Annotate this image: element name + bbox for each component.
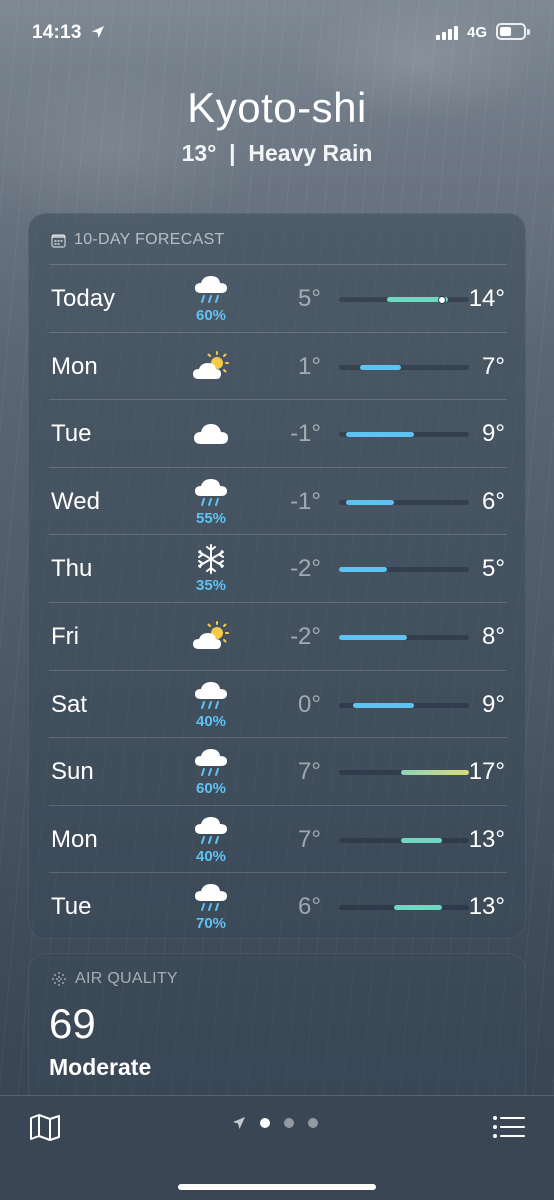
- map-icon[interactable]: [28, 1112, 62, 1142]
- location-arrow-icon: [92, 26, 104, 38]
- rain-cloud-icon: [191, 273, 231, 305]
- forecast-day: Thu: [51, 555, 93, 583]
- forecast-header: 10-DAY FORECAST: [51, 231, 225, 249]
- high-temp: 9°: [482, 420, 505, 448]
- partly-sunny-icon: [191, 350, 231, 383]
- high-temp: 6°: [482, 487, 505, 515]
- signal-strength-icon: [436, 26, 458, 40]
- page-dot[interactable]: [260, 1118, 270, 1128]
- temp-range-bar: [400, 837, 442, 843]
- page-dot[interactable]: [284, 1118, 294, 1128]
- high-temp: 8°: [482, 623, 505, 650]
- high-temp: 7°: [482, 352, 505, 380]
- high-temp: 13°: [468, 825, 505, 853]
- precip-chance: 60%: [195, 780, 227, 798]
- forecast-row[interactable]: Mon 1° 7°: [49, 331, 507, 400]
- air-quality-card[interactable]: AIR QUALITY 69 Moderate: [28, 953, 526, 1113]
- precip-chance: 55%: [195, 509, 227, 527]
- ten-day-forecast-card[interactable]: 10-DAY FORECAST Today 60% 5° 14° Mon 1° 7° Tue -…: [28, 213, 526, 939]
- temp-range-bar: [339, 635, 408, 640]
- status-bar: 14:13 4G: [0, 0, 554, 66]
- home-indicator: [178, 1184, 376, 1190]
- precip-chance: 40%: [195, 847, 227, 865]
- list-icon[interactable]: [492, 1114, 526, 1140]
- forecast-row[interactable]: Today 60% 5° 14°: [49, 264, 507, 332]
- forecast-title: 10-DAY FORECAST: [74, 231, 225, 248]
- forecast-day: Mon: [51, 825, 98, 853]
- high-temp: 17°: [468, 758, 505, 786]
- low-temp: -2°: [290, 555, 321, 583]
- bottom-toolbar: [0, 1095, 554, 1200]
- page-dot[interactable]: [308, 1118, 318, 1128]
- cloud-icon: [191, 418, 231, 450]
- forecast-row[interactable]: Thu 35% -2° 5°: [49, 534, 507, 602]
- low-temp: -1°: [290, 420, 321, 448]
- city-name: Kyoto-shi: [187, 84, 367, 131]
- current-location-arrow-icon[interactable]: [232, 1116, 246, 1130]
- forecast-day: Tue: [51, 893, 92, 921]
- precip-chance: 70%: [195, 915, 227, 933]
- rain-cloud-icon: [191, 881, 231, 913]
- high-temp: 14°: [468, 285, 505, 312]
- rain-cloud-icon: [191, 476, 231, 508]
- low-temp: 7°: [298, 758, 321, 786]
- rain-cloud-icon: [191, 746, 231, 778]
- forecast-day: Fri: [51, 623, 79, 650]
- network-type: 4G: [467, 24, 488, 41]
- page-indicator[interactable]: [232, 1116, 318, 1130]
- low-temp: 1°: [298, 352, 321, 380]
- battery-icon: [496, 23, 530, 40]
- low-temp: 6°: [298, 893, 321, 921]
- air-quality-value: 69: [49, 1000, 96, 1047]
- air-quality-description: Moderate: [49, 1054, 152, 1080]
- forecast-row[interactable]: Fri -2° 8°: [49, 602, 507, 670]
- partly-sunny-icon: [191, 621, 231, 653]
- status-time: 14:13: [32, 22, 82, 43]
- temp-range-bar: [345, 499, 394, 505]
- air-quality-title: AIR QUALITY: [75, 970, 178, 987]
- forecast-row[interactable]: Sat 40% 0° 9°: [49, 669, 507, 738]
- high-temp: 5°: [482, 555, 505, 583]
- forecast-day: Today: [51, 285, 116, 312]
- forecast-day: Sat: [51, 690, 88, 718]
- forecast-row[interactable]: Mon 40% 7° 13°: [49, 804, 507, 873]
- rain-cloud-icon: [191, 814, 231, 846]
- forecast-row[interactable]: Tue -1° 9°: [49, 399, 507, 467]
- low-temp: 0°: [298, 690, 321, 718]
- forecast-row[interactable]: Tue 70% 6° 13°: [49, 872, 507, 940]
- low-temp: 5°: [298, 285, 321, 312]
- low-temp: -1°: [290, 487, 321, 515]
- calendar-icon: [51, 233, 66, 248]
- air-quality-header: AIR QUALITY: [51, 970, 178, 988]
- temp-range-bar: [339, 567, 387, 573]
- forecast-day: Sun: [51, 758, 94, 786]
- high-temp: 13°: [468, 893, 505, 921]
- forecast-day: Mon: [51, 352, 98, 380]
- forecast-day: Tue: [51, 420, 92, 448]
- temp-range-bar: [352, 702, 415, 708]
- temp-range-bar: [359, 364, 401, 370]
- snowflake-icon: [191, 543, 231, 575]
- temp-range-bar: [393, 905, 442, 911]
- high-temp: 9°: [482, 690, 505, 718]
- air-quality-icon: [52, 972, 66, 986]
- forecast-row[interactable]: Wed 55% -1° 6°: [49, 466, 507, 535]
- forecast-day: Wed: [51, 487, 100, 515]
- rain-cloud-icon: [191, 679, 231, 711]
- low-temp: 7°: [298, 825, 321, 853]
- temp-range-bar: [345, 432, 415, 438]
- precip-chance: 60%: [195, 307, 227, 324]
- low-temp: -2°: [290, 623, 321, 650]
- forecast-row[interactable]: Sun 60% 7° 17°: [49, 737, 507, 805]
- precip-chance: 40%: [195, 712, 227, 730]
- precip-chance: 35%: [195, 577, 227, 595]
- current-conditions: 13° | Heavy Rain: [181, 140, 373, 166]
